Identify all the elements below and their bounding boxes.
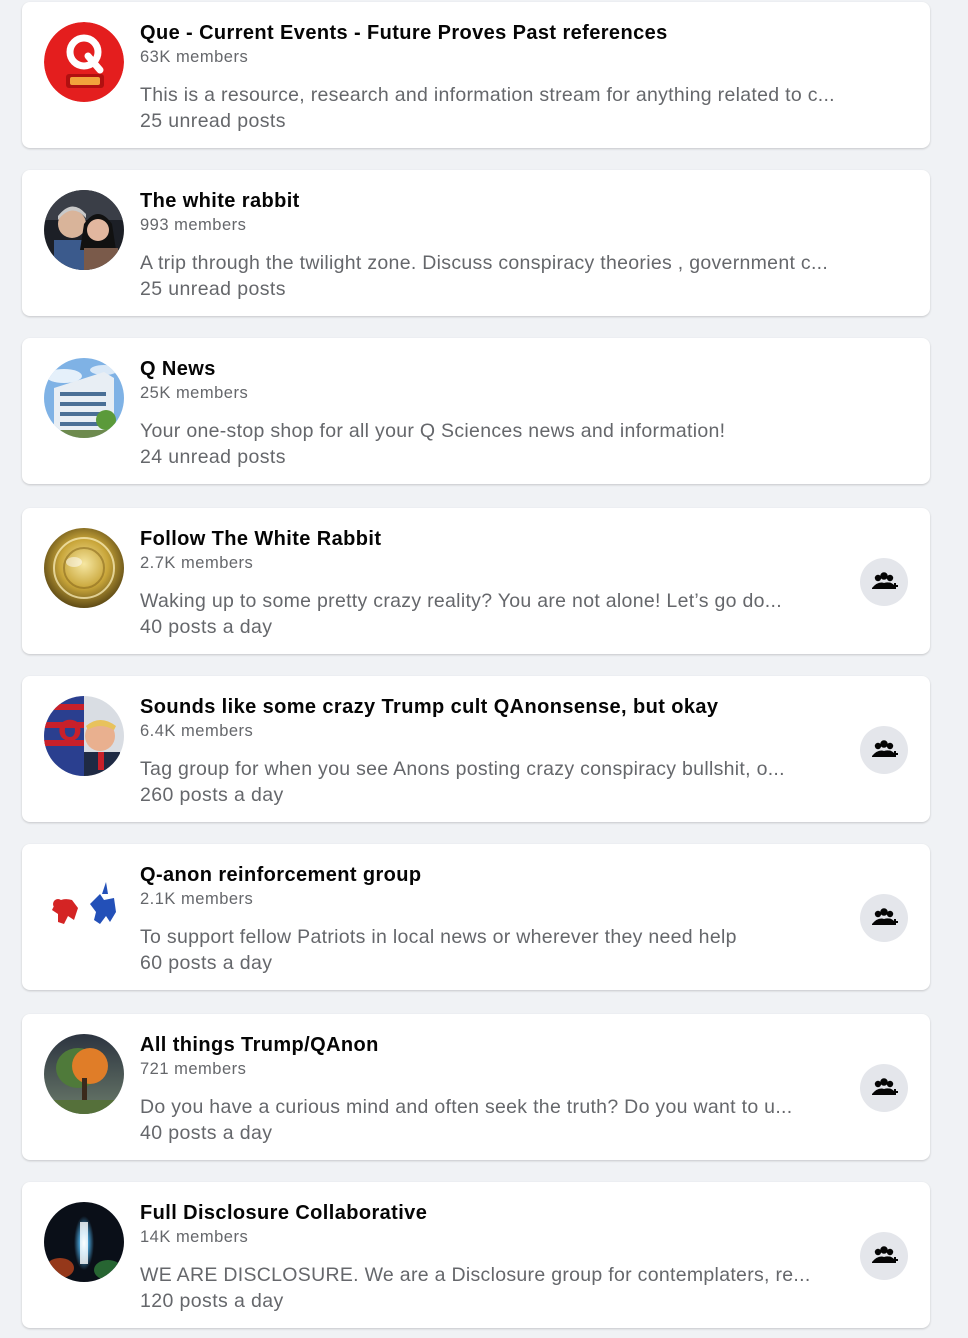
group-info: Sounds like some crazy Trump cult QAnons… bbox=[140, 694, 840, 808]
member-count: 63K members bbox=[140, 48, 249, 66]
group-name[interactable]: Que - Current Events - Future Proves Pas… bbox=[140, 20, 910, 46]
group-description: This is a resource, research and informa… bbox=[140, 84, 835, 106]
group-add-icon bbox=[872, 908, 898, 925]
flag-portrait-icon: Q bbox=[44, 696, 124, 776]
autumn-tree-icon bbox=[44, 1034, 124, 1114]
group-add-icon bbox=[872, 740, 898, 757]
group-name[interactable]: Follow The White Rabbit bbox=[140, 526, 840, 552]
group-description: Your one-stop shop for all your Q Scienc… bbox=[140, 420, 726, 442]
group-activity: 40 posts a day bbox=[140, 1122, 273, 1144]
group-info: The white rabbit 993 members A trip thro… bbox=[140, 188, 910, 302]
member-count: 6.4K members bbox=[140, 722, 254, 740]
join-group-button[interactable] bbox=[860, 1064, 908, 1112]
group-activity: 24 unread posts bbox=[140, 446, 286, 468]
member-count: 25K members bbox=[140, 384, 249, 402]
group-description: To support fellow Patriots in local news… bbox=[140, 926, 737, 948]
group-avatar[interactable] bbox=[44, 190, 124, 270]
group-card[interactable]: Q News 25K members Your one-stop shop fo… bbox=[22, 338, 930, 484]
group-avatar[interactable] bbox=[44, 22, 124, 102]
group-activity: 25 unread posts bbox=[140, 278, 286, 300]
group-activity: 60 posts a day bbox=[140, 952, 273, 974]
group-card[interactable]: Full Disclosure Collaborative 14K member… bbox=[22, 1182, 930, 1328]
building-photo-icon bbox=[44, 358, 124, 438]
group-name[interactable]: Q News bbox=[140, 356, 910, 382]
group-avatar[interactable] bbox=[44, 1034, 124, 1114]
group-card[interactable]: Que - Current Events - Future Proves Pas… bbox=[22, 2, 930, 148]
group-card[interactable]: Follow The White Rabbit 2.7K members Wak… bbox=[22, 508, 930, 654]
group-card[interactable]: All things Trump/QAnon 721 members Do yo… bbox=[22, 1014, 930, 1160]
member-count: 14K members bbox=[140, 1228, 249, 1246]
group-name[interactable]: Full Disclosure Collaborative bbox=[140, 1200, 840, 1226]
group-card[interactable]: The white rabbit 993 members A trip thro… bbox=[22, 170, 930, 316]
group-info: Q News 25K members Your one-stop shop fo… bbox=[140, 356, 910, 470]
photo-two-people-icon bbox=[44, 190, 124, 270]
group-info: Follow The White Rabbit 2.7K members Wak… bbox=[140, 526, 840, 640]
group-name[interactable]: Q-anon reinforcement group bbox=[140, 862, 840, 888]
join-group-button[interactable] bbox=[860, 558, 908, 606]
group-add-icon bbox=[872, 1246, 898, 1263]
join-group-button[interactable] bbox=[860, 726, 908, 774]
group-avatar[interactable]: Q bbox=[44, 696, 124, 776]
group-card[interactable]: Q Sounds like some crazy Trump cult QAno… bbox=[22, 676, 930, 822]
join-group-button[interactable] bbox=[860, 1232, 908, 1280]
group-info: Full Disclosure Collaborative 14K member… bbox=[140, 1200, 840, 1314]
group-activity: 25 unread posts bbox=[140, 110, 286, 132]
group-activity: 40 posts a day bbox=[140, 616, 273, 638]
group-avatar[interactable] bbox=[44, 864, 124, 944]
member-count: 2.1K members bbox=[140, 890, 254, 908]
group-activity: 260 posts a day bbox=[140, 784, 284, 806]
member-count: 993 members bbox=[140, 216, 247, 234]
join-group-button[interactable] bbox=[860, 894, 908, 942]
q-logo-icon bbox=[44, 22, 124, 102]
portal-light-icon bbox=[44, 1202, 124, 1282]
group-name[interactable]: All things Trump/QAnon bbox=[140, 1032, 840, 1058]
golden-orb-icon bbox=[44, 528, 124, 608]
group-name[interactable]: The white rabbit bbox=[140, 188, 910, 214]
group-name[interactable]: Sounds like some crazy Trump cult QAnons… bbox=[140, 694, 840, 720]
member-count: 2.7K members bbox=[140, 554, 254, 572]
svg-text:Q: Q bbox=[58, 714, 82, 747]
group-avatar[interactable] bbox=[44, 528, 124, 608]
group-description: Tag group for when you see Anons posting… bbox=[140, 758, 785, 780]
member-count: 721 members bbox=[140, 1060, 247, 1078]
group-add-icon bbox=[872, 572, 898, 589]
group-description: WE ARE DISCLOSURE. We are a Disclosure g… bbox=[140, 1264, 811, 1286]
group-info: All things Trump/QAnon 721 members Do yo… bbox=[140, 1032, 840, 1146]
group-description: A trip through the twilight zone. Discus… bbox=[140, 252, 829, 274]
group-description: Do you have a curious mind and often see… bbox=[140, 1096, 793, 1118]
group-avatar[interactable] bbox=[44, 1202, 124, 1282]
group-add-icon bbox=[872, 1078, 898, 1095]
group-info: Q-anon reinforcement group 2.1K members … bbox=[140, 862, 840, 976]
elephant-donkey-icon bbox=[44, 864, 124, 944]
group-activity: 120 posts a day bbox=[140, 1290, 284, 1312]
group-info: Que - Current Events - Future Proves Pas… bbox=[140, 20, 910, 134]
group-avatar[interactable] bbox=[44, 358, 124, 438]
group-description: Waking up to some pretty crazy reality? … bbox=[140, 590, 782, 612]
group-card[interactable]: Q-anon reinforcement group 2.1K members … bbox=[22, 844, 930, 990]
